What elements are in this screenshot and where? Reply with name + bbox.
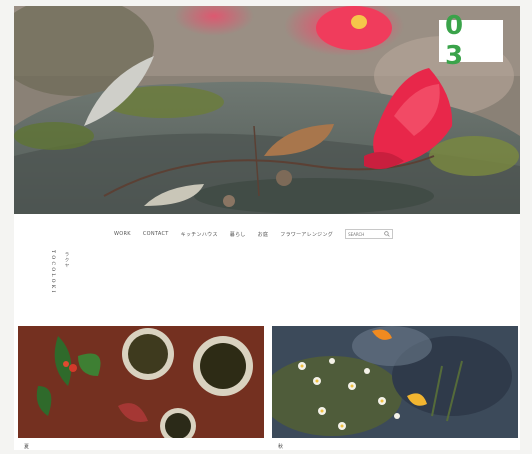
search-input[interactable] [348, 231, 385, 237]
hero-image: 0 3 [14, 6, 520, 214]
nav-item-garden[interactable]: お庭 [258, 231, 269, 238]
site-logo[interactable]: TOCOLOKI ラクヤ [50, 250, 82, 306]
post-image-autumn[interactable] [272, 326, 518, 438]
post-caption: 秋 [278, 444, 284, 450]
post-card-summer[interactable]: 夏 [18, 326, 264, 450]
issue-number-badge: 0 3 [439, 11, 503, 71]
search-icon[interactable] [384, 231, 390, 237]
website-page: 0 3 WORK CONTACT キッチンハウス 暮らし お庭 フラワーアレンジ… [14, 6, 520, 450]
logo-sub-text: ラクヤ [64, 252, 69, 269]
post-card-autumn[interactable]: 秋 [272, 326, 518, 450]
page-frame: 0 3 WORK CONTACT キッチンハウス 暮らし お庭 フラワーアレンジ… [0, 0, 532, 454]
nav-item-flower-arranging[interactable]: フラワーアレンジング [280, 231, 333, 238]
nav-item-living[interactable]: 暮らし [230, 231, 246, 238]
nav-item-kitchen-house[interactable]: キッチンハウス [181, 231, 218, 238]
post-caption: 夏 [24, 444, 30, 450]
nav-item-contact[interactable]: CONTACT [143, 231, 169, 237]
logo-main-text: TOCOLOKI [50, 250, 55, 295]
search-box[interactable] [345, 229, 394, 239]
nav-item-work[interactable]: WORK [114, 231, 131, 237]
main-nav: WORK CONTACT キッチンハウス 暮らし お庭 フラワーアレンジング [114, 227, 414, 241]
post-image-summer[interactable] [18, 326, 264, 438]
